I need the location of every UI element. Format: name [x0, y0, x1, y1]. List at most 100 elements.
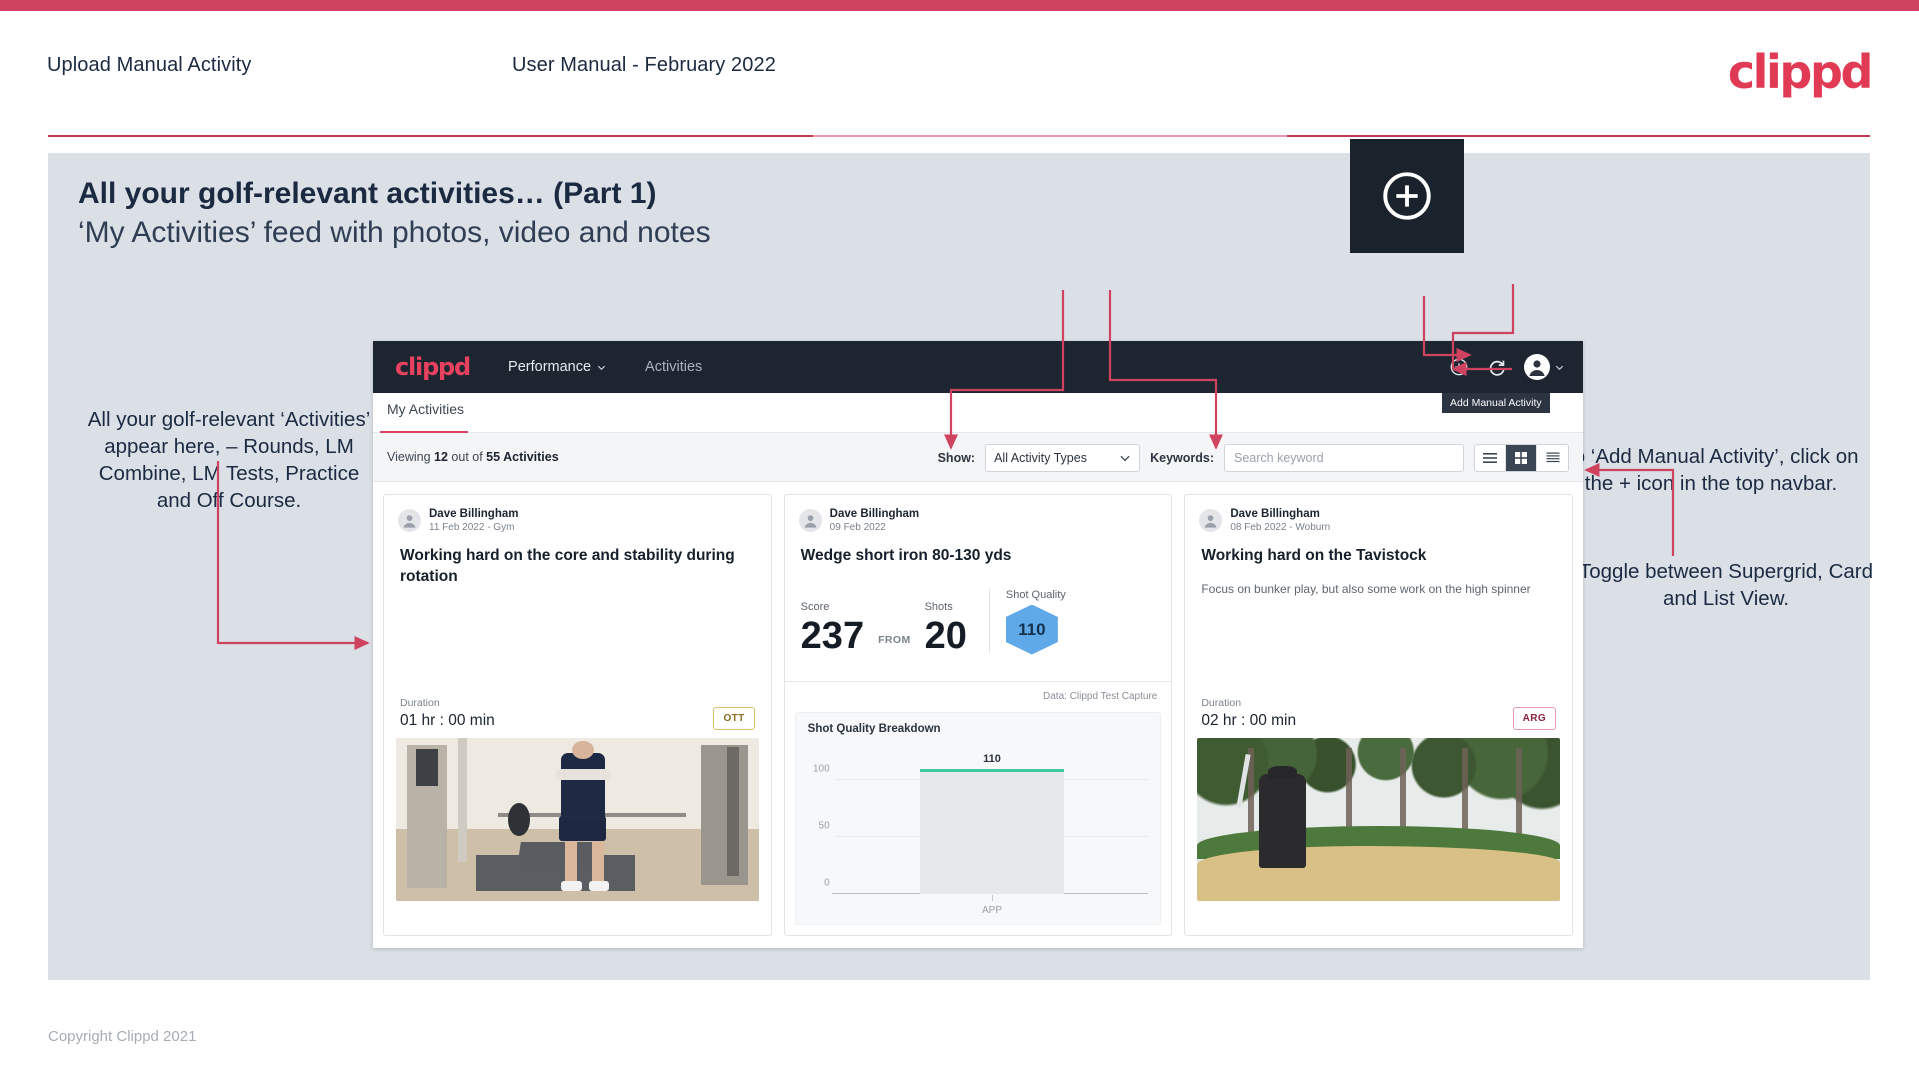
avatar-icon	[804, 515, 817, 528]
card-stats: Score 237 FROM Shots 20 Shot Quality 110	[785, 567, 1172, 655]
activity-card[interactable]: Dave Billingham 09 Feb 2022 Wedge short …	[783, 494, 1173, 936]
card-meta: 09 Feb 2022	[829, 522, 886, 534]
view-toggle-supergrid[interactable]	[1475, 444, 1506, 471]
account-menu[interactable]	[1524, 354, 1565, 380]
slide-title-line1: All your golf-relevant activities… (Part…	[78, 177, 657, 210]
card-duration-block: Duration 02 hr : 00 min	[1201, 697, 1296, 730]
slide-title-line2: ‘My Activities’ feed with photos, video …	[78, 216, 711, 249]
plus-circle-icon	[1383, 172, 1431, 220]
ytick-label: 0	[824, 877, 830, 889]
card-data-source: Data: Clippd Test Capture	[1043, 691, 1158, 702]
ytick-label: 50	[818, 820, 830, 832]
chart-bar: 110 APP	[920, 753, 1064, 916]
card-duration-block: Duration 01 hr : 00 min	[400, 697, 495, 730]
activity-card[interactable]: Dave Billingham 11 Feb 2022 - Gym Workin…	[383, 494, 772, 936]
person-shoe-left	[561, 881, 582, 892]
header-left-label: Upload Manual Activity	[47, 54, 252, 76]
bunker-sand	[1197, 845, 1561, 901]
activity-card-list: Dave Billingham 11 Feb 2022 - Gym Workin…	[373, 482, 1583, 948]
tree-trunk	[1516, 747, 1523, 843]
person-shoe-right	[588, 881, 610, 892]
list-icon	[1546, 452, 1559, 462]
card-meta: 11 Feb 2022 - Gym	[429, 522, 515, 534]
card-header: Dave Billingham 09 Feb 2022	[785, 495, 1172, 534]
gym-bench	[517, 842, 601, 869]
slide-header: Upload Manual Activity User Manual - Feb…	[0, 11, 1919, 137]
chart-bar-cap	[920, 768, 1064, 772]
annotation-activities-feed: All your golf-relevant ‘Activities’ appe…	[87, 408, 371, 513]
activity-card[interactable]: Dave Billingham 08 Feb 2022 - Woburn Wor…	[1184, 494, 1574, 936]
card-duration-row: Duration 02 hr : 00 min ARG	[1185, 697, 1572, 730]
gym-post	[457, 738, 468, 862]
card-author-block: Dave Billingham 09 Feb 2022	[830, 507, 919, 534]
duration-label: Duration	[400, 697, 440, 709]
tab-my-activities[interactable]: My Activities	[387, 401, 464, 417]
stat-score: Score 237	[801, 601, 864, 655]
duration-value: 02 hr : 00 min	[1201, 712, 1297, 729]
header-divider	[48, 135, 1870, 137]
nav-item-performance[interactable]: Performance	[508, 359, 607, 375]
avatar-icon	[403, 515, 416, 528]
supergrid-icon	[1483, 452, 1497, 463]
gym-weight-plate	[508, 803, 531, 836]
chart-xtick-label: APP	[981, 905, 1002, 916]
add-manual-activity-tooltip: Add Manual Activity	[1442, 393, 1550, 413]
chevron-down-icon	[1120, 455, 1130, 461]
avatar	[398, 509, 421, 533]
card-header: Dave Billingham 11 Feb 2022 - Gym	[384, 495, 771, 534]
person-leg-left	[564, 839, 577, 882]
person-head	[571, 741, 594, 760]
avatar	[798, 509, 822, 533]
card-media-gym[interactable]	[396, 738, 759, 901]
nav-item-performance-label: Performance	[508, 359, 592, 375]
search-input[interactable]: Search keyword	[1224, 443, 1464, 472]
view-toggle-list[interactable]	[1537, 445, 1568, 471]
viewing-prefix: Viewing	[387, 450, 435, 464]
gym-photo	[396, 738, 759, 901]
refresh-icon[interactable]	[1486, 356, 1508, 378]
shot-quality-breakdown-chart: Shot Quality Breakdown 100 50 0 110 APP	[794, 712, 1162, 925]
card-grid-icon	[1515, 451, 1527, 464]
person-arms	[555, 768, 610, 781]
annotation-view-toggle: Toggle between Supergrid, Card and List …	[1578, 560, 1874, 611]
card-author: Dave Billingham	[1230, 508, 1320, 520]
shot-quality-hex: 110	[1005, 604, 1058, 655]
stat-shots: Shots 20	[925, 601, 967, 655]
person-leg-right	[591, 839, 605, 882]
chart-title: Shot Quality Breakdown	[807, 723, 941, 735]
score-label: Score	[800, 600, 830, 613]
score-value: 237	[800, 614, 865, 657]
annotation-add-manual-activity: To ‘Add Manual Activity’, click on the +…	[1563, 445, 1859, 496]
plus-circle-icon[interactable]	[1448, 356, 1470, 378]
nav-item-activities[interactable]: Activities	[645, 359, 702, 375]
search-placeholder: Search keyword	[1234, 450, 1324, 465]
navbar-actions	[1448, 341, 1565, 393]
view-toggle-card[interactable]	[1506, 444, 1537, 471]
card-title: Working hard on the Tavistock	[1201, 547, 1427, 565]
viewing-count: 12	[434, 450, 448, 464]
activity-type-select[interactable]: All Activity Types	[985, 443, 1141, 472]
nav-item-activities-label: Activities	[645, 359, 703, 375]
avatar	[1524, 354, 1550, 380]
card-header: Dave Billingham 08 Feb 2022 - Woburn	[1185, 495, 1572, 534]
show-label: Show:	[937, 450, 976, 465]
activity-type-value: All Activity Types	[994, 450, 1087, 465]
chart-plot-area: 100 50 0 110 APP	[813, 753, 1149, 916]
viewing-count-text: Viewing 12 out of 55 Activities	[387, 450, 559, 464]
viewing-total: 55 Activities	[486, 450, 559, 464]
clippd-logo: clippd	[1727, 45, 1874, 99]
chart-xtick-mark	[991, 895, 993, 901]
status-badge: ARG	[1512, 707, 1557, 730]
stats-divider	[988, 588, 990, 653]
avatar-icon	[1529, 360, 1545, 376]
duration-value: 01 hr : 00 min	[400, 712, 495, 729]
ytick-label: 100	[812, 763, 830, 775]
shots-label: Shots	[924, 600, 953, 613]
top-accent-strip	[0, 0, 1919, 11]
app-logo[interactable]: clippd	[395, 353, 471, 381]
golfer-body	[1258, 773, 1307, 869]
copyright: Copyright Clippd 2021	[48, 1028, 197, 1045]
card-description: Focus on bunker play, but also some work…	[1201, 581, 1531, 596]
card-media-bunker[interactable]	[1197, 738, 1561, 901]
card-divider	[784, 681, 1172, 682]
